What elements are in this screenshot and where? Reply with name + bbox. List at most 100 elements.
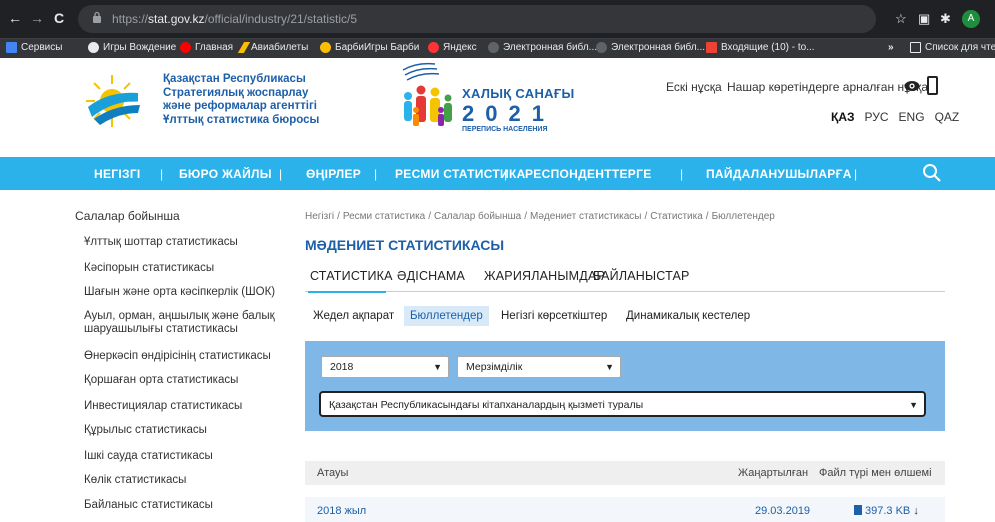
reload-button[interactable]: C (54, 10, 64, 26)
lang-2[interactable]: ENG (899, 110, 925, 124)
subtab-key-indicators[interactable]: Негізгі көрсеткіштер (501, 306, 607, 326)
file-icon (854, 505, 862, 515)
column-header-filetype[interactable]: Файл түрі мен өлшемі (819, 467, 932, 479)
tab-methodology[interactable]: ӘДІСНАМА (397, 269, 465, 283)
apps-icon[interactable]: Сервисы (6, 42, 62, 53)
year-select[interactable]: 2018 ▼ (321, 356, 449, 378)
census-title: ХАЛЫҚ САНАҒЫ (462, 86, 575, 101)
search-icon[interactable] (922, 163, 942, 183)
column-header-updated[interactable]: Жаңартылған (738, 467, 808, 479)
cast-icon[interactable]: ▣ (918, 11, 930, 27)
nav-item-0[interactable]: НЕГІЗГІ (94, 167, 141, 181)
bookmark-item[interactable]: Яндекс (428, 42, 477, 53)
lang-1[interactable]: РУС (865, 110, 889, 124)
eye-icon[interactable] (904, 79, 920, 93)
table-header: Атауы Жаңартылған Файл түрі мен өлшемі (305, 461, 945, 485)
agency-name[interactable]: Қазақстан Республикасы Стратегиялық жоспа… (163, 73, 319, 127)
extensions-icon[interactable]: ✱ (940, 11, 951, 27)
tab-publications[interactable]: ЖАРИЯЛАНЫМДАР (484, 269, 605, 283)
active-tab-indicator (308, 291, 386, 293)
bookmark-item[interactable]: Электронная библ... (596, 42, 705, 53)
breadcrumb-link[interactable]: Бюллетендер (712, 211, 775, 222)
breadcrumb-link[interactable]: Мәдениет статистикасы (530, 211, 641, 222)
breadcrumb-link[interactable]: Ресми статистика (343, 211, 425, 222)
chevron-down-icon: ▼ (909, 400, 918, 410)
section-tabs: СТАТИСТИКА ӘДІСНАМА ЖАРИЯЛАНЫМДАР БАЙЛАН… (305, 264, 945, 292)
sidebar-heading[interactable]: Салалар бойынша (75, 209, 180, 223)
bookmark-item[interactable]: Электронная библ... (488, 42, 597, 53)
browser-toolbar: ← → C https://stat.gov.kz/official/indus… (0, 0, 995, 38)
sidebar-item[interactable]: Құрылыс статистикасы (84, 424, 284, 437)
sidebar-item[interactable]: Шағын және орта кәсіпкерлік (ШОК) (84, 286, 284, 299)
bookmark-item[interactable]: Авиабилеты (237, 42, 308, 53)
download-link[interactable]: 397.3 KB ↓ (854, 505, 919, 517)
row-updated: 29.03.2019 (755, 505, 811, 517)
bookmark-item[interactable]: Игры Вождение (88, 42, 176, 53)
main-nav: НЕГІЗГІ БЮРО ЖАЙЛЫ ӨҢІРЛЕР РЕСМИ СТАТИСТИКА… (0, 157, 995, 190)
low-vision-version-link[interactable]: Нашар көретіндерге арналған нұсқа (727, 80, 928, 94)
sidebar-item[interactable]: Ауыл, орман, аңшылық және балық шаруашыл… (84, 310, 284, 336)
mobile-icon[interactable] (927, 76, 938, 95)
row-name-link[interactable]: 2018 жыл (317, 505, 366, 517)
bookmarks-more-button[interactable]: » (888, 42, 894, 53)
page-title: МӘДЕНИЕТ СТАТИСТИКАСЫ (305, 237, 505, 253)
subtab-bulletins[interactable]: Бюллетендер (404, 306, 489, 326)
sidebar-item[interactable]: Ұлттық шоттар статистикасы (84, 236, 284, 249)
nav-separator: | (680, 167, 684, 181)
nav-separator: | (374, 167, 378, 181)
back-button[interactable]: ← (8, 10, 22, 26)
chevron-down-icon: ▼ (433, 362, 442, 372)
subtab-operational[interactable]: Жедел ақпарат (313, 306, 394, 326)
breadcrumb-separator: / (428, 211, 432, 222)
subtab-dynamic-tables[interactable]: Динамикалық кестелер (626, 306, 750, 326)
bookmark-item[interactable]: Главная (180, 42, 233, 53)
nav-separator: | (279, 167, 283, 181)
forward-button[interactable]: → (30, 10, 44, 26)
breadcrumb-separator: / (705, 211, 709, 222)
sidebar-item[interactable]: Инвестициялар статистикасы (84, 400, 284, 413)
sidebar-item[interactable]: Байланыс статистикасы (84, 499, 284, 512)
nav-separator: | (854, 167, 858, 181)
breadcrumb-link[interactable]: Салалар бойынша (434, 211, 521, 222)
bookmark-item[interactable]: БарбиИгры Барби (320, 42, 419, 53)
language-switcher: ҚАЗ РУС ENG QAZ (831, 110, 969, 124)
census-subtitle: ПЕРЕПИСЬ НАСЕЛЕНИЯ (462, 126, 548, 133)
column-header-name[interactable]: Атауы (317, 467, 348, 479)
breadcrumb-separator: / (644, 211, 648, 222)
star-icon[interactable]: ☆ (895, 11, 907, 27)
tab-contacts[interactable]: БАЙЛАНЫСТАР (593, 269, 690, 283)
nav-item-5[interactable]: ПАЙДАЛАНУШЫЛАРҒА (706, 167, 852, 181)
nav-separator: | (160, 167, 164, 181)
agency-logo[interactable] (78, 71, 144, 131)
bookmark-item[interactable]: Входящие (10) - to... (706, 42, 815, 53)
chevron-down-icon: ▼ (605, 362, 614, 372)
breadcrumb-separator: / (524, 211, 527, 222)
lang-3[interactable]: QAZ (935, 110, 960, 124)
reading-list-button[interactable]: Список для чтения (910, 42, 995, 53)
tab-statistics[interactable]: СТАТИСТИКА (310, 269, 393, 283)
sidebar-item[interactable]: Өнеркәсіп өндірісінің статистикасы (84, 350, 284, 363)
table-row: 2018 жыл 29.03.2019 397.3 KB ↓ (305, 497, 945, 522)
browser-window: { "browser": { "back": "←", "forward": "… (0, 0, 995, 522)
sidebar-item[interactable]: Кәсіпорын статистикасы (84, 262, 284, 275)
nav-item-1[interactable]: БЮРО ЖАЙЛЫ (179, 167, 272, 181)
census-year: 2021 (462, 101, 555, 126)
profile-avatar[interactable]: A (962, 10, 980, 28)
download-arrow-icon: ↓ (913, 505, 919, 517)
period-select[interactable]: Мерзімділік ▼ (457, 356, 621, 378)
filter-panel (305, 341, 945, 431)
lock-icon (93, 11, 101, 23)
old-version-link[interactable]: Ескі нұсқа (666, 80, 722, 94)
breadcrumb-link[interactable]: Статистика (650, 211, 703, 222)
sidebar-item[interactable]: Қоршаған орта статистикасы (84, 374, 284, 387)
publication-select[interactable]: Қазақстан Республикасындағы кітапханалар… (319, 391, 926, 417)
nav-item-2[interactable]: ӨҢІРЛЕР (306, 167, 361, 181)
bookmarks-bar: Сервисы Игры Вождение Главная Авиабилеты… (0, 38, 995, 58)
nav-separator: | (504, 167, 508, 181)
nav-item-4[interactable]: РЕСПОНДЕНТТЕРГЕ (525, 167, 652, 181)
breadcrumb-link[interactable]: Негізгі (305, 211, 334, 222)
sidebar-item[interactable]: Көлік статистикасы (84, 474, 284, 487)
sidebar-item[interactable]: Ішкі сауда статистикасы (84, 450, 284, 463)
lang-0[interactable]: ҚАЗ (831, 110, 855, 124)
url-text: https://stat.gov.kz/official/industry/21… (112, 12, 358, 26)
